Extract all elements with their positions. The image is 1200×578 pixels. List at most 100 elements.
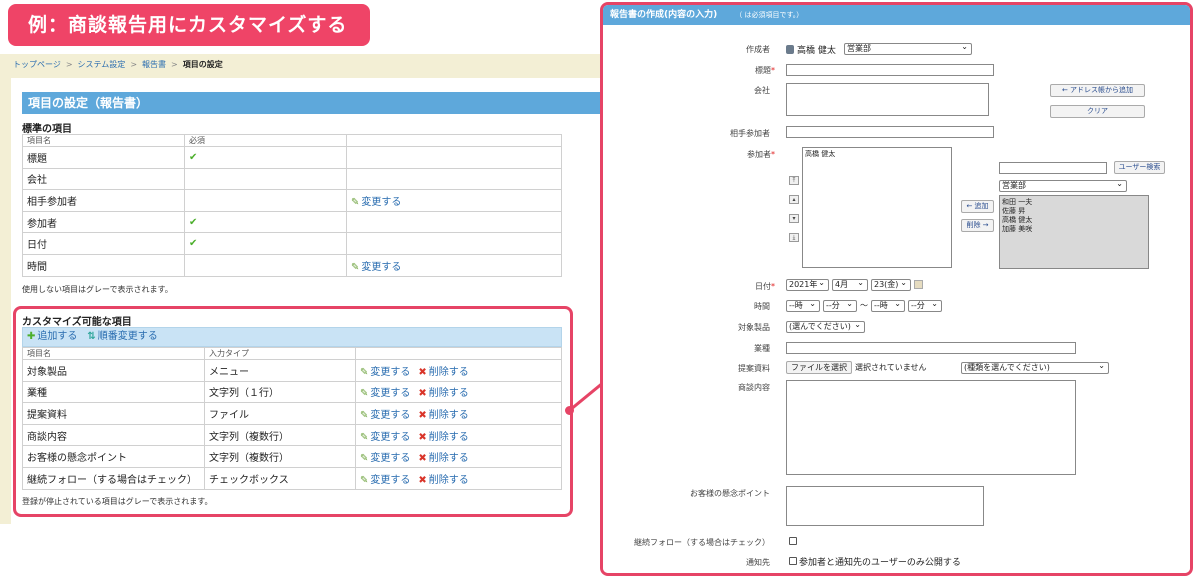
concern-textarea[interactable] xyxy=(786,486,984,526)
cell-name: 参加者 xyxy=(22,210,185,234)
move-up-button[interactable]: ▴ xyxy=(789,195,799,204)
list-item[interactable]: 佐藤 昇 xyxy=(1002,207,1146,216)
author-dept-select[interactable]: 営業部 xyxy=(844,43,972,55)
check-icon: ✔ xyxy=(189,151,198,163)
cell-required xyxy=(184,253,347,277)
partner-label: 相手参加者 xyxy=(730,129,770,138)
product-label: 対象製品 xyxy=(738,323,770,332)
check-icon: ✔ xyxy=(189,216,198,228)
chevron-right-icon: > xyxy=(130,60,138,69)
col-action xyxy=(346,134,562,147)
product-select[interactable]: (選んでください) xyxy=(786,321,865,333)
edit-label: 変更する xyxy=(361,196,402,208)
company-label: 会社 xyxy=(754,86,770,95)
form-hint: （ は必須項目です。） xyxy=(735,11,804,19)
end-min-select[interactable]: --分 xyxy=(908,300,942,312)
standard-heading: 標準の項目 xyxy=(22,124,72,135)
start-hour-select[interactable]: --時 xyxy=(786,300,820,312)
notify-label: 通知先 xyxy=(746,558,770,567)
year-select[interactable]: 2021年 xyxy=(786,279,829,291)
start-min-select[interactable]: --分 xyxy=(823,300,857,312)
end-hour-select[interactable]: --時 xyxy=(871,300,905,312)
user-icon xyxy=(786,45,794,54)
breadcrumb-top[interactable]: トップページ xyxy=(13,60,61,69)
participants-label-text: 参加者 xyxy=(747,150,771,159)
date-label: 日付* xyxy=(755,281,775,292)
industry-label: 業種 xyxy=(754,344,770,353)
participants-list[interactable]: 高橋 健太 xyxy=(802,147,952,268)
breadcrumb-report[interactable]: 報告書 xyxy=(142,60,166,69)
breadcrumb-current: 項目の設定 xyxy=(182,60,223,69)
company-input[interactable] xyxy=(786,83,989,116)
list-item[interactable]: 高橋 健太 xyxy=(805,150,949,159)
clear-button[interactable]: クリア xyxy=(1050,105,1145,118)
table-row: 参加者 ✔ xyxy=(22,210,562,234)
breadcrumb: トップページ > システム設定 > 報告書 > 項目の設定 xyxy=(13,59,223,70)
list-item[interactable]: 和田 一夫 xyxy=(1002,198,1146,207)
material-label: 提案資料 xyxy=(738,364,770,373)
required-mark: * xyxy=(771,150,775,159)
remove-participant-button[interactable]: 削除 → xyxy=(961,219,994,232)
cell-required xyxy=(184,189,347,212)
calendar-icon[interactable] xyxy=(914,280,923,289)
add-participant-button[interactable]: ← 追加 xyxy=(961,200,994,213)
industry-input[interactable] xyxy=(786,342,1076,354)
table-row: 相手参加者 ✎ 変更する xyxy=(22,189,562,212)
table-row: 標題 ✔ xyxy=(22,146,562,169)
move-down-button[interactable]: ▾ xyxy=(789,214,799,223)
content-textarea[interactable] xyxy=(786,380,1076,475)
cell-name: 会社 xyxy=(22,167,185,191)
required-mark: * xyxy=(771,66,775,75)
follow-checkbox[interactable] xyxy=(789,537,797,545)
candidate-list[interactable]: 和田 一夫 佐藤 昇 高橋 健太 加藤 美咲 xyxy=(999,195,1149,269)
material-type-select[interactable]: (種類を選んでください) xyxy=(961,362,1109,374)
title-label-text: 標題 xyxy=(755,66,771,75)
date-label-text: 日付 xyxy=(755,282,771,291)
cell-name: 時間 xyxy=(22,253,185,277)
breadcrumb-system[interactable]: システム設定 xyxy=(78,60,126,69)
cell-required: ✔ xyxy=(184,232,347,255)
user-search-button[interactable]: ユーザー検索 xyxy=(1114,161,1165,174)
list-item[interactable]: 高橋 健太 xyxy=(1002,216,1146,225)
participants-label: 参加者* xyxy=(747,149,775,160)
banner: 例：商談報告用にカスタマイズする xyxy=(8,4,370,46)
move-top-button[interactable]: ⤒ xyxy=(789,176,799,185)
dept-select[interactable]: 営業部 xyxy=(999,180,1127,192)
cell-action xyxy=(346,232,562,255)
partner-input[interactable] xyxy=(786,126,994,138)
cell-name: 日付 xyxy=(22,232,185,255)
pencil-icon: ✎ xyxy=(351,196,360,208)
month-select[interactable]: 4月 xyxy=(832,279,868,291)
cell-action xyxy=(346,167,562,191)
form-header: 報告書の作成(内容の入力) （ は必須項目です。） xyxy=(603,5,1190,25)
edit-label: 変更する xyxy=(361,261,402,273)
author-name: 高橋 健太 xyxy=(797,46,836,56)
address-book-button[interactable]: ← アドレス帳から追加 xyxy=(1050,84,1145,97)
notify-option: 参加者と通知先のユーザーのみ公開する xyxy=(799,558,961,568)
form-body: 作成者 高橋 健太 営業部 標題* 会社 ← アドレス帳から追加 クリア 相手参… xyxy=(603,25,1190,573)
cell-name: 標題 xyxy=(22,146,185,169)
title-input[interactable] xyxy=(786,64,994,76)
day-select[interactable]: 23(金) xyxy=(871,279,911,291)
form-title: 報告書の作成(内容の入力) xyxy=(610,10,718,20)
cell-name: 相手参加者 xyxy=(22,189,185,212)
content-label: 商談内容 xyxy=(738,383,770,392)
edit-link[interactable]: ✎ 変更する xyxy=(351,262,401,273)
notify-checkbox[interactable] xyxy=(789,557,797,565)
standard-note: 使用しない項目はグレーで表示されます。 xyxy=(22,285,173,294)
chevron-right-icon: > xyxy=(65,60,73,69)
file-select-button[interactable]: ファイルを選択 xyxy=(786,361,852,374)
check-icon: ✔ xyxy=(189,238,198,250)
user-search-input[interactable] xyxy=(999,162,1107,174)
move-bottom-button[interactable]: ⤓ xyxy=(789,233,799,242)
edit-link[interactable]: ✎ 変更する xyxy=(351,197,401,208)
cell-action: ✎ 変更する xyxy=(346,189,562,212)
table-row: 時間 ✎ 変更する xyxy=(22,253,562,277)
time-separator: 〜 xyxy=(860,301,868,310)
list-item[interactable]: 加藤 美咲 xyxy=(1002,225,1146,234)
author-label: 作成者 xyxy=(746,45,770,54)
col-name: 項目名 xyxy=(22,134,185,147)
concern-label: お客様の懸念ポイント xyxy=(690,489,770,498)
time-label: 時間 xyxy=(754,302,770,311)
follow-label: 継続フォロー（する場合はチェック） xyxy=(634,538,770,547)
